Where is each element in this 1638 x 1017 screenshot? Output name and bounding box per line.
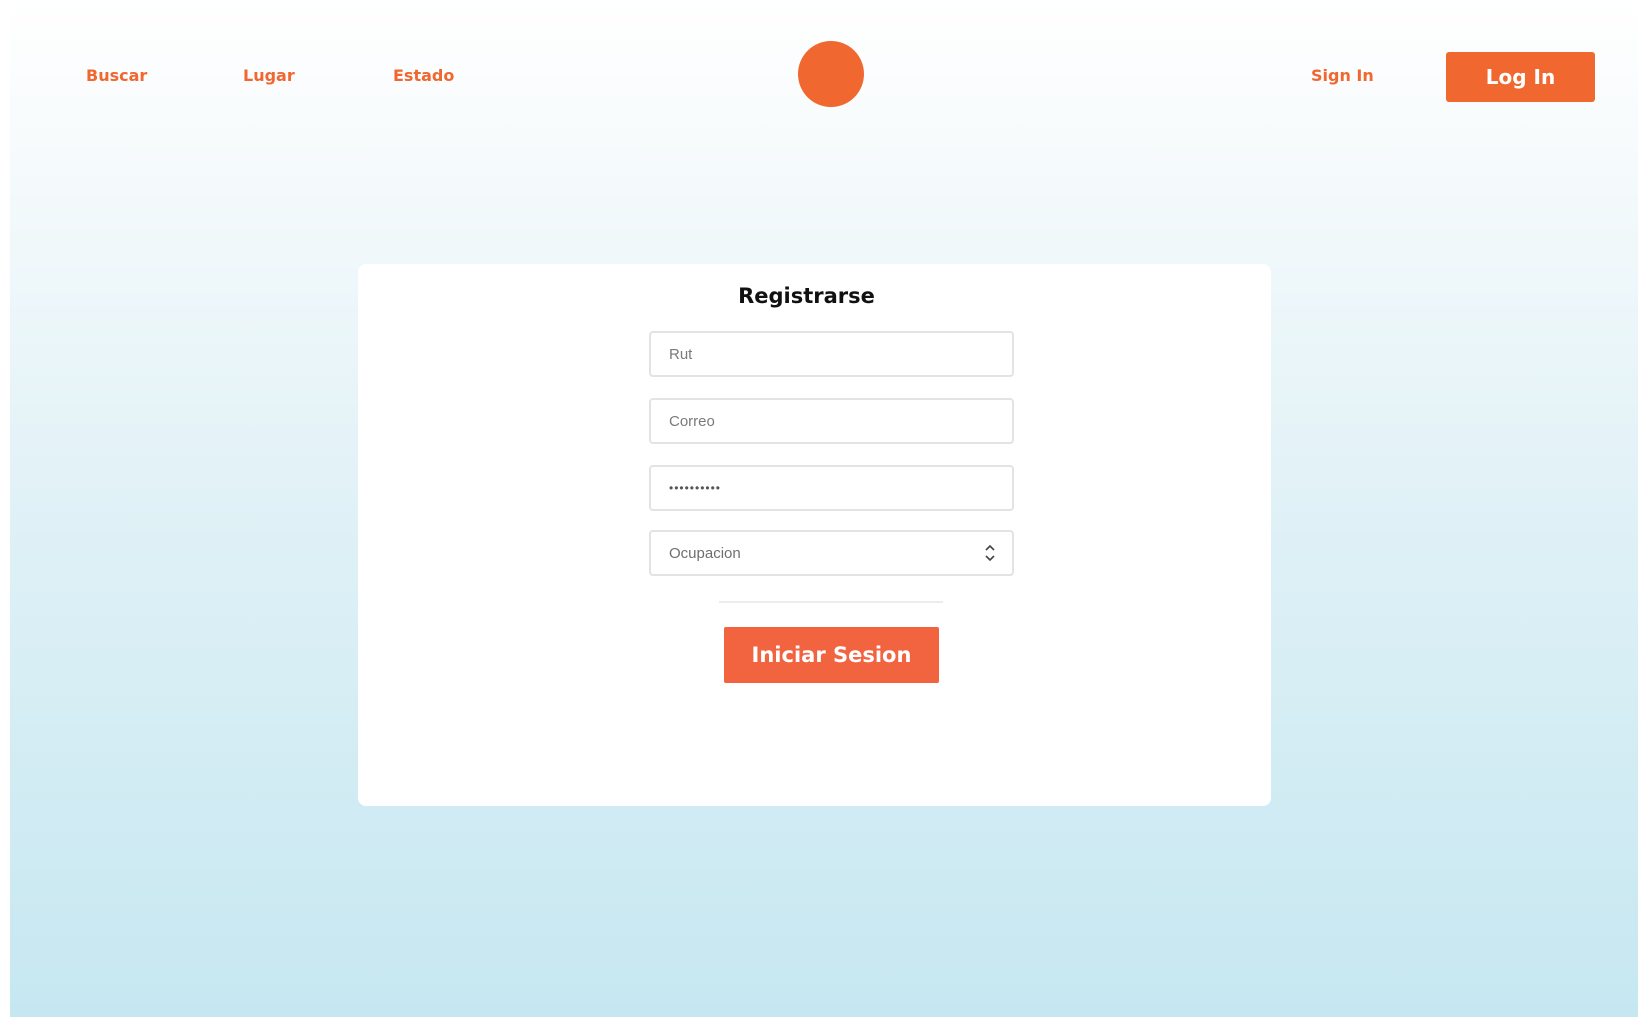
form-divider bbox=[719, 601, 943, 603]
register-card: Registrarse Ocupacion Iniciar Sesion bbox=[358, 264, 1271, 806]
nav-link-buscar[interactable]: Buscar bbox=[86, 66, 147, 85]
password-input[interactable] bbox=[649, 465, 1014, 511]
occupation-select-value: Ocupacion bbox=[669, 544, 741, 562]
submit-button[interactable]: Iniciar Sesion bbox=[724, 627, 939, 683]
logo-icon[interactable] bbox=[798, 41, 864, 107]
select-chevron-icon bbox=[985, 544, 995, 562]
email-input[interactable] bbox=[649, 398, 1014, 444]
log-in-button[interactable]: Log In bbox=[1446, 52, 1595, 102]
nav-link-lugar[interactable]: Lugar bbox=[243, 66, 295, 85]
form-title: Registrarse bbox=[738, 284, 875, 308]
rut-input[interactable] bbox=[649, 331, 1014, 377]
nav-link-estado[interactable]: Estado bbox=[393, 66, 454, 85]
occupation-select[interactable]: Ocupacion bbox=[649, 530, 1014, 576]
sign-in-link[interactable]: Sign In bbox=[1311, 66, 1374, 85]
